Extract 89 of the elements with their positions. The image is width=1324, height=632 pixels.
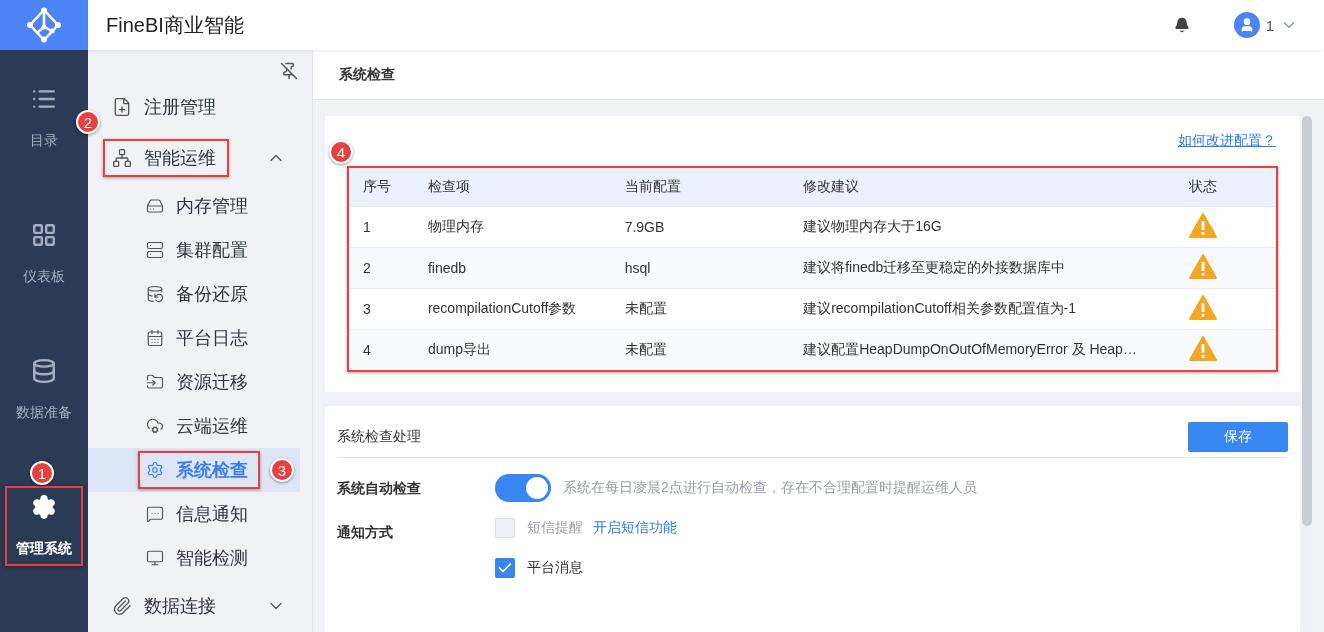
sidebar-item[interactable]: 云端运维 bbox=[88, 404, 312, 448]
grid-icon bbox=[31, 222, 57, 248]
table-cell: 未配置 bbox=[610, 329, 790, 370]
warning-icon bbox=[1188, 212, 1217, 238]
sidebar-label: 集群配置 bbox=[176, 239, 249, 262]
logo[interactable] bbox=[0, 0, 88, 50]
warning-icon bbox=[1188, 335, 1217, 361]
save-button[interactable]: 保存 bbox=[1188, 421, 1288, 452]
nav-label: 管理系统 bbox=[16, 540, 72, 558]
sidebar-label: 系统检查 bbox=[176, 459, 249, 482]
column-header: 状态 bbox=[1174, 168, 1276, 206]
warning-icon bbox=[1188, 253, 1217, 279]
sidebar-label: 资源迁移 bbox=[176, 371, 249, 394]
table-cell: 建议将finedb迁移至更稳定的外接数据库中 bbox=[789, 247, 1175, 288]
column-header: 序号 bbox=[349, 168, 414, 206]
table-cell: 1 bbox=[349, 206, 414, 247]
sidebar-item[interactable]: 智能运维 bbox=[88, 132, 312, 184]
app-title: FineBI商业智能 bbox=[106, 12, 245, 38]
step-badge: 1 bbox=[30, 461, 54, 485]
table-cell: 7.9GB bbox=[610, 206, 790, 247]
section-title: 系统检查处理 bbox=[337, 427, 421, 446]
table-cell: 建议recompilationCutoff相关参数配置值为-1 bbox=[789, 288, 1175, 329]
sidebar-label: 云端运维 bbox=[176, 415, 249, 438]
table-cell: 4 bbox=[349, 329, 414, 370]
setting-description: 系统在每日凌晨2点进行自动检查，存在不合理配置时提醒运维人员 bbox=[563, 479, 977, 497]
setting-label: 系统自动检查 bbox=[337, 479, 422, 498]
bell-icon[interactable] bbox=[1173, 17, 1190, 33]
table-cell: recompilationCutoff参数 bbox=[413, 288, 611, 329]
table-cell: 2 bbox=[349, 247, 414, 288]
column-header: 修改建议 bbox=[789, 168, 1175, 206]
sidebar-item[interactable]: 内存管理 bbox=[88, 184, 312, 228]
nav-item[interactable]: 数据准备 bbox=[5, 350, 83, 430]
table-cell: finedb bbox=[413, 247, 611, 288]
message-icon bbox=[146, 505, 164, 523]
sidebar-label: 备份还原 bbox=[176, 283, 249, 306]
warning-icon bbox=[1188, 294, 1217, 320]
nav-label: 目录 bbox=[30, 132, 58, 150]
folder-icon bbox=[146, 373, 164, 391]
table-cell: dump导出 bbox=[413, 329, 611, 370]
calendar-icon bbox=[146, 329, 164, 347]
table-cell: 建议物理内存大于16G bbox=[789, 206, 1175, 247]
avatar-icon bbox=[1233, 12, 1260, 38]
table-cell: 3 bbox=[349, 288, 414, 329]
table-cell: hsql bbox=[610, 247, 790, 288]
checkbox-label: 平台消息 bbox=[527, 559, 583, 577]
page-title: 系统检查 bbox=[313, 50, 1324, 100]
sidebar-label: 注册管理 bbox=[144, 96, 217, 119]
form-icon bbox=[112, 97, 132, 117]
sidebar-label: 数据连接 bbox=[144, 595, 217, 618]
network-icon bbox=[112, 148, 132, 168]
sidebar-label: 信息通知 bbox=[176, 503, 249, 526]
nav-item[interactable]: 管理系统 bbox=[5, 486, 83, 566]
sidebar-item[interactable]: 信息通知 bbox=[88, 492, 312, 536]
checkbox-label: 短信提醒 bbox=[527, 519, 583, 537]
nav-label: 数据准备 bbox=[16, 404, 72, 422]
table-cell: 物理内存 bbox=[413, 206, 611, 247]
drive-icon bbox=[146, 197, 164, 215]
paperclip-icon bbox=[112, 596, 132, 616]
help-link[interactable]: 如何改进配置？ bbox=[1178, 132, 1276, 150]
setting-label: 通知方式 bbox=[337, 523, 394, 542]
table-cell: 建议配置HeapDumpOnOutOfMemoryError 及 Heap… bbox=[789, 329, 1175, 370]
user-name: 1 bbox=[1265, 16, 1274, 34]
step-badge: 4 bbox=[329, 140, 353, 164]
sidebar-item[interactable]: 资源迁移 bbox=[88, 360, 312, 404]
cloud-icon bbox=[146, 417, 164, 435]
sidebar-item[interactable]: 数据连接 bbox=[88, 580, 312, 632]
sidebar-label: 平台日志 bbox=[176, 327, 249, 350]
sidebar-item[interactable]: 备份还原 bbox=[88, 272, 312, 316]
pin-icon[interactable] bbox=[280, 62, 298, 80]
server-icon bbox=[146, 241, 164, 259]
nav-label: 仪表板 bbox=[23, 268, 65, 286]
monitor-icon bbox=[146, 549, 164, 567]
checkbox[interactable] bbox=[495, 558, 515, 578]
logo-icon bbox=[26, 7, 62, 43]
column-header: 当前配置 bbox=[610, 168, 790, 206]
column-header: 检查项 bbox=[413, 168, 611, 206]
sidebar-item[interactable]: 集群配置 bbox=[88, 228, 312, 272]
sidebar-label: 智能检测 bbox=[176, 547, 249, 570]
user-menu[interactable]: 1 bbox=[1233, 12, 1298, 38]
nav-item[interactable]: 仪表板 bbox=[5, 214, 83, 294]
backup-icon bbox=[146, 285, 164, 303]
toggle-switch[interactable] bbox=[495, 474, 551, 502]
sidebar-item[interactable]: 智能检测 bbox=[88, 536, 312, 580]
database-icon bbox=[31, 358, 57, 384]
sidebar-label: 智能运维 bbox=[144, 147, 217, 170]
sidebar-label: 内存管理 bbox=[176, 195, 249, 218]
sidebar-item[interactable]: 平台日志 bbox=[88, 316, 312, 360]
step-badge: 2 bbox=[76, 110, 100, 134]
table-cell: 未配置 bbox=[610, 288, 790, 329]
